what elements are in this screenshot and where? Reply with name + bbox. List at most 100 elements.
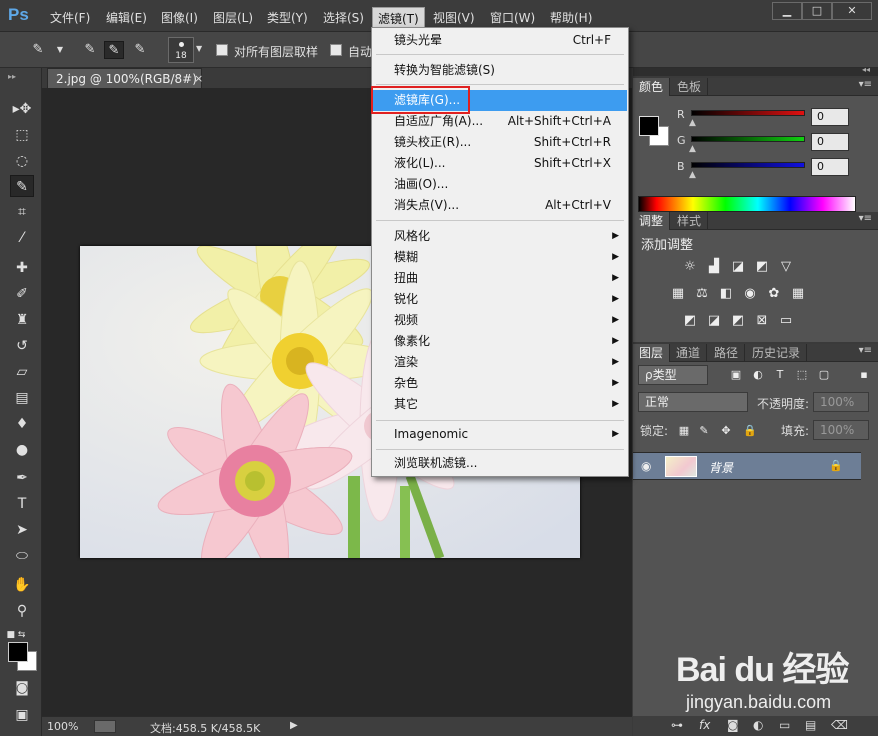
tab-paths[interactable]: 路径	[708, 344, 746, 362]
menu-item-lens-flare[interactable]: 镜头光晕 Ctrl+F	[373, 30, 627, 51]
exposure-icon[interactable]: ◩	[753, 259, 771, 275]
menu-item-other[interactable]: 其它 ▶	[373, 394, 627, 415]
blend-mode-select[interactable]: 正常	[638, 392, 748, 412]
tool-preset-icon[interactable]: ✎	[28, 41, 48, 59]
layer-name[interactable]: 背景	[709, 459, 733, 476]
curves-icon[interactable]: ◪	[729, 259, 747, 275]
menu-image[interactable]: 图像(I)	[161, 9, 198, 26]
close-button[interactable]: ✕	[832, 2, 872, 20]
auto-enhance-checkbox[interactable]	[330, 44, 342, 56]
vibrance-icon[interactable]: ▽	[777, 259, 795, 275]
visibility-eye-icon[interactable]: ◉	[641, 459, 651, 473]
menu-type[interactable]: 类型(Y)	[267, 9, 308, 26]
menu-edit[interactable]: 编辑(E)	[106, 9, 147, 26]
layer-row-background[interactable]: ◉ 背景 🔒	[633, 452, 861, 480]
posterize-icon[interactable]: ◪	[705, 313, 723, 329]
stamp-tool-icon[interactable]: ♜	[10, 309, 34, 331]
type-tool-icon[interactable]: T	[10, 493, 34, 515]
menu-help[interactable]: 帮助(H)	[550, 9, 592, 26]
brush-size-picker[interactable]: 18	[168, 37, 194, 63]
menu-file[interactable]: 文件(F)	[50, 9, 90, 26]
menu-layer[interactable]: 图层(L)	[213, 9, 253, 26]
close-tab-icon[interactable]: ×	[194, 69, 203, 89]
fill-input[interactable]: 100%	[813, 420, 869, 440]
layer-filter-kind[interactable]: ρ类型	[638, 365, 708, 385]
screen-mode-icon[interactable]: ▣	[10, 704, 34, 726]
menu-item-distort[interactable]: 扭曲 ▶	[373, 268, 627, 289]
tab-channels[interactable]: 通道	[670, 344, 708, 362]
collapse-dock-icon[interactable]: ◂◂	[862, 65, 870, 74]
menu-item-video[interactable]: 视频 ▶	[373, 310, 627, 331]
menu-item-browse-online-filters[interactable]: 浏览联机滤镜...	[373, 453, 627, 474]
status-preview-icon[interactable]	[94, 720, 116, 733]
menu-item-liquify[interactable]: 液化(L)... Shift+Ctrl+X	[373, 153, 627, 174]
quick-mask-icon[interactable]: ◙	[10, 677, 34, 699]
filter-adjustment-icon[interactable]: ◐	[749, 367, 767, 383]
menu-window[interactable]: 窗口(W)	[490, 9, 535, 26]
dodge-tool-icon[interactable]: ●	[10, 439, 34, 461]
pen-tool-icon[interactable]: ✒	[10, 467, 34, 489]
threshold-icon[interactable]: ◩	[729, 313, 747, 329]
quick-selection-tool-icon[interactable]: ✎	[10, 175, 34, 197]
filter-smart-object-icon[interactable]: ▢	[815, 367, 833, 383]
document-tab[interactable]: 2.jpg @ 100%(RGB/8#) ×	[47, 68, 203, 89]
menu-select[interactable]: 选择(S)	[323, 9, 364, 26]
maximize-button[interactable]: □	[802, 2, 832, 20]
selective-color-icon[interactable]: ⊠	[753, 313, 771, 329]
photo-filter-icon[interactable]: ◉	[741, 286, 759, 302]
brush-dropdown-icon[interactable]: ▼	[196, 44, 204, 56]
brush-tool-icon[interactable]: ✐	[10, 283, 34, 305]
minimize-button[interactable]: ▁	[772, 2, 802, 20]
lock-pixels-icon[interactable]: ✎	[695, 423, 713, 439]
filter-toggle-icon[interactable]: ▪	[855, 367, 873, 383]
marquee-tool-icon[interactable]: ⬚	[10, 124, 34, 146]
eyedropper-tool-icon[interactable]: ⁄	[10, 227, 34, 249]
tab-history[interactable]: 历史记录	[746, 344, 808, 362]
menu-item-render[interactable]: 渲染 ▶	[373, 352, 627, 373]
lock-position-icon[interactable]: ✥	[717, 423, 735, 439]
lock-all-icon[interactable]: 🔒	[741, 423, 759, 439]
channel-r-slider[interactable]	[691, 110, 805, 116]
channel-b-thumb-icon[interactable]: ▲	[689, 170, 696, 180]
sample-all-layers-checkbox[interactable]	[216, 44, 228, 56]
filter-shape-icon[interactable]: ⬚	[793, 367, 811, 383]
dock-grip[interactable]: ◂◂	[633, 65, 878, 76]
blur-tool-icon[interactable]: ♦	[10, 413, 34, 435]
layers-menu-icon[interactable]: ▾≡	[859, 345, 872, 356]
channel-b-value[interactable]: 0	[811, 158, 849, 176]
menu-item-stylize[interactable]: 风格化 ▶	[373, 226, 627, 247]
channel-b-slider[interactable]	[691, 162, 805, 168]
preset-dropdown-icon[interactable]: ▼	[50, 41, 70, 59]
channel-g-slider[interactable]	[691, 136, 805, 142]
menu-item-pixelate[interactable]: 像素化 ▶	[373, 331, 627, 352]
color-panel-fg-swatch[interactable]	[639, 116, 659, 136]
menu-item-adaptive-wide-angle[interactable]: 自适应广角(A)... Alt+Shift+Ctrl+A	[373, 111, 627, 132]
crop-tool-icon[interactable]: ⌗	[10, 201, 34, 223]
hue-saturation-icon[interactable]: ▦	[669, 286, 687, 302]
zoom-level[interactable]: 100%	[47, 720, 78, 733]
menu-item-convert-smart-filter[interactable]: 转换为智能滤镜(S)	[373, 60, 627, 81]
menu-view[interactable]: 视图(V)	[433, 9, 475, 26]
menu-item-noise[interactable]: 杂色 ▶	[373, 373, 627, 394]
black-white-icon[interactable]: ◧	[717, 286, 735, 302]
lock-transparent-icon[interactable]: ▦	[675, 423, 693, 439]
channel-g-thumb-icon[interactable]: ▲	[689, 144, 696, 154]
menu-item-sharpen[interactable]: 锐化 ▶	[373, 289, 627, 310]
channel-r-value[interactable]: 0	[811, 108, 849, 126]
foreground-color-swatch[interactable]	[8, 642, 28, 662]
levels-icon[interactable]: ▟	[705, 259, 723, 275]
hand-tool-icon[interactable]: ✋	[10, 574, 34, 596]
tab-swatches[interactable]: 色板	[671, 78, 709, 96]
status-menu-arrow-icon[interactable]: ▶	[290, 720, 298, 731]
healing-brush-tool-icon[interactable]: ✚	[10, 257, 34, 279]
tab-styles[interactable]: 样式	[671, 212, 709, 230]
gradient-map-icon[interactable]: ▭	[777, 313, 795, 329]
path-selection-tool-icon[interactable]: ➤	[10, 519, 34, 541]
color-lookup-icon[interactable]: ▦	[789, 286, 807, 302]
tab-adjustments[interactable]: 调整	[633, 212, 671, 230]
lasso-tool-icon[interactable]: ◌	[10, 150, 34, 172]
ellipse-tool-icon[interactable]: ⬭	[10, 545, 34, 567]
gradient-tool-icon[interactable]: ▤	[10, 387, 34, 409]
menu-item-imagenomic[interactable]: Imagenomic ▶	[373, 424, 627, 445]
filter-pixel-icon[interactable]: ▣	[727, 367, 745, 383]
